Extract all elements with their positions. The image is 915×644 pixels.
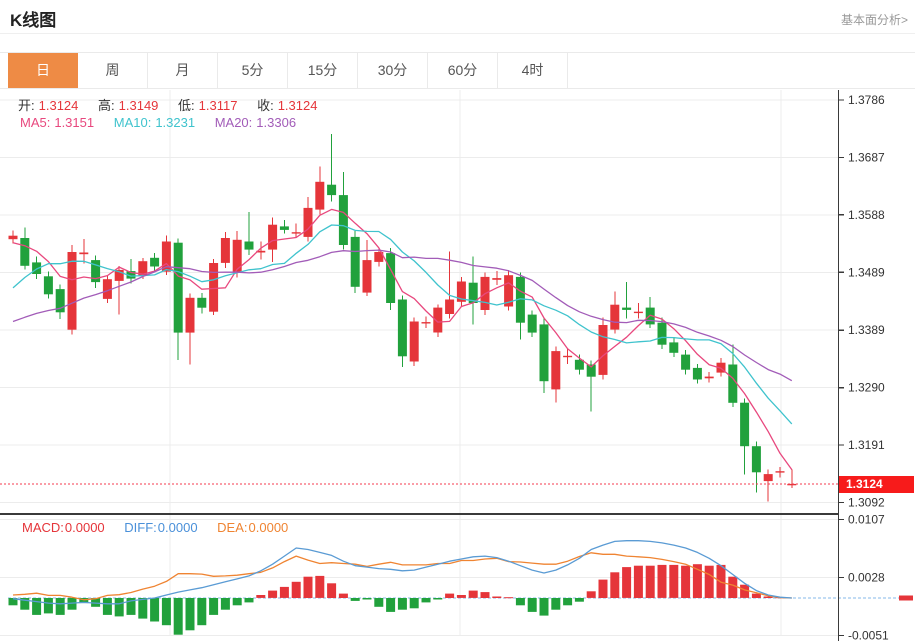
open-value: 1.3124 — [39, 98, 79, 113]
low-label: 低: — [178, 98, 195, 113]
tab-month[interactable]: 月 — [148, 53, 218, 88]
high-label: 高: — [98, 98, 115, 113]
ma20-value: 1.3306 — [256, 115, 296, 130]
diff-value: 0.0000 — [158, 520, 198, 535]
page-title: K线图 — [10, 6, 56, 31]
open-label: 开: — [18, 98, 35, 113]
fundamental-analysis-link[interactable]: 基本面分析> — [841, 11, 908, 28]
ma-legend: MA5: 1.3151 MA10:1.3231 MA20:1.3306 — [20, 115, 300, 130]
tab-60min[interactable]: 60分 — [428, 53, 498, 88]
current-price-badge: 1.3124 — [839, 476, 914, 493]
svg-text:-0.0051: -0.0051 — [848, 628, 889, 642]
tab-30min[interactable]: 30分 — [358, 53, 428, 88]
svg-text:0.0028: 0.0028 — [848, 570, 885, 584]
diff-label: DIFF: — [124, 520, 157, 535]
svg-text:1.3489: 1.3489 — [848, 265, 885, 279]
period-tabbar: 日 周 月 5分 15分 30分 60分 4时 — [0, 52, 915, 89]
macd-legend: MACD:0.0000 DIFF:0.0000 DEA:0.0000 — [22, 520, 292, 535]
svg-text:1.3290: 1.3290 — [848, 381, 885, 395]
svg-text:1.3092: 1.3092 — [848, 496, 885, 510]
kline-page: 1.3786 1.3687 1.3588 1.3489 1.3389 1.3290 1.31… — [0, 0, 915, 644]
dea-label: DEA: — [217, 520, 247, 535]
svg-text:1.3389: 1.3389 — [848, 323, 885, 337]
ohlc-legend: 开: 1.3124 高: 1.3149 低: 1.3117 收: 1.3124 — [18, 95, 321, 114]
ma5-value: 1.3151 — [54, 115, 94, 130]
tab-day[interactable]: 日 — [8, 53, 78, 88]
svg-text:1.3191: 1.3191 — [848, 438, 885, 452]
ma10-label: MA10: — [114, 115, 152, 130]
ma5-label: MA5: — [20, 115, 50, 130]
svg-text:1.3687: 1.3687 — [848, 150, 885, 164]
high-value: 1.3149 — [119, 98, 159, 113]
tab-15min[interactable]: 15分 — [288, 53, 358, 88]
svg-text:1.3588: 1.3588 — [848, 208, 885, 222]
close-value: 1.3124 — [278, 98, 318, 113]
macd-label: MACD: — [22, 520, 64, 535]
low-value: 1.3117 — [199, 98, 238, 113]
ma20-label: MA20: — [215, 115, 253, 130]
ma10-value: 1.3231 — [155, 115, 195, 130]
svg-text:0.0107: 0.0107 — [848, 512, 885, 526]
svg-text:1.3786: 1.3786 — [848, 93, 885, 107]
tab-4hour[interactable]: 4时 — [498, 53, 568, 88]
tab-week[interactable]: 周 — [78, 53, 148, 88]
macd-value: 0.0000 — [65, 520, 105, 535]
close-label: 收: — [257, 98, 274, 113]
page-header: K线图 基本面分析> — [0, 0, 915, 34]
tab-5min[interactable]: 5分 — [218, 53, 288, 88]
dea-value: 0.0000 — [249, 520, 289, 535]
